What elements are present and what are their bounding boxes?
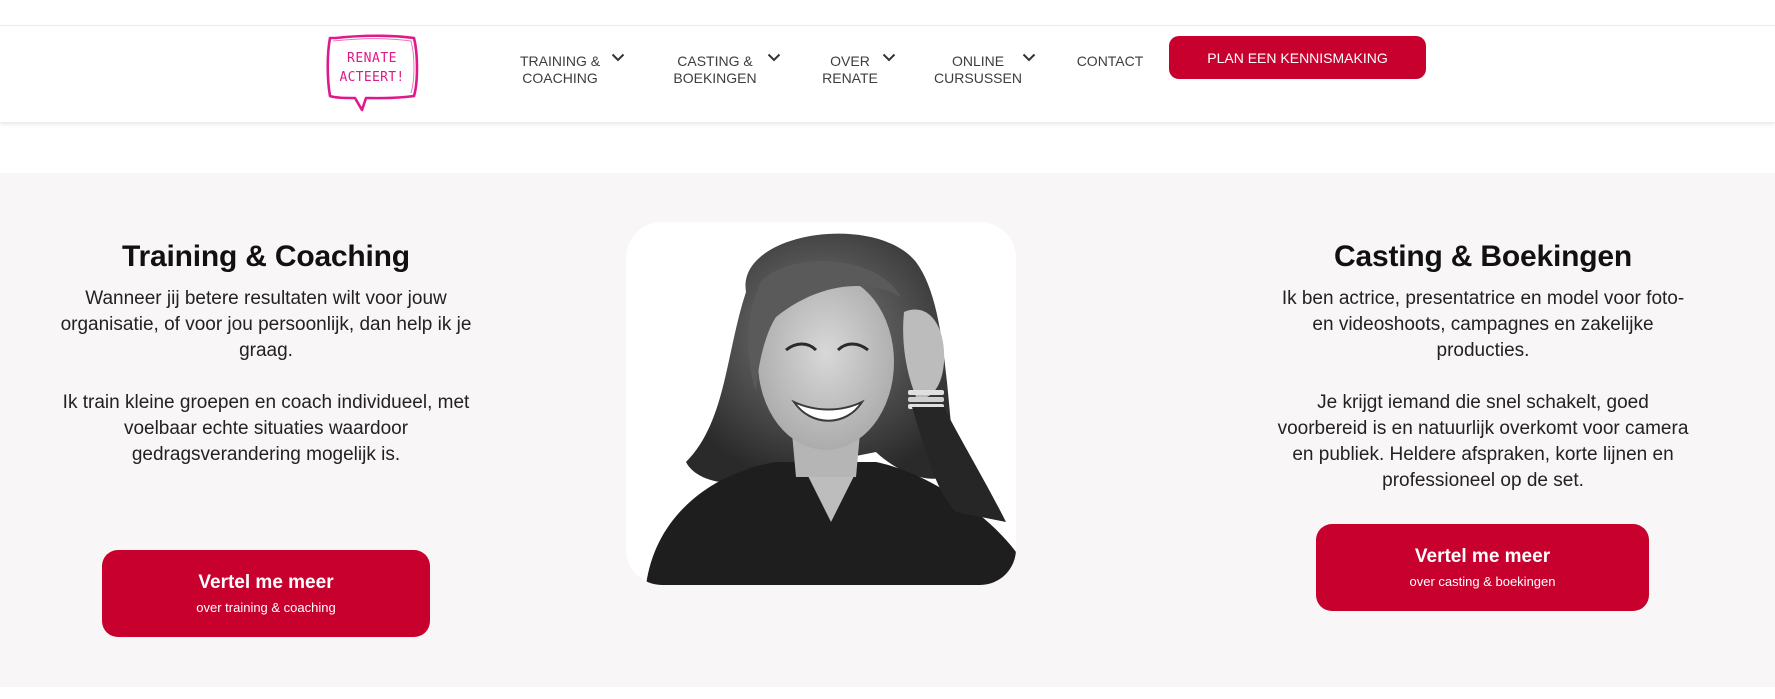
nav-label-line1: TRAINING & xyxy=(519,53,601,69)
training-paragraph-1: Wanneer jij betere resultaten wilt voor … xyxy=(60,288,472,361)
nav-label-line1: OVER xyxy=(830,53,870,69)
chevron-down-icon[interactable] xyxy=(882,53,896,62)
portrait-illustration xyxy=(626,222,1016,585)
nav-contact[interactable]: CONTACT xyxy=(1074,53,1146,70)
nav-label-line1: CONTACT xyxy=(1076,53,1144,69)
chevron-down-icon[interactable] xyxy=(767,53,781,62)
button-sub-label: over casting & boekingen xyxy=(1409,573,1556,589)
portrait-photo xyxy=(626,222,1016,585)
logo-text-line2: ACTEERT! xyxy=(339,70,404,85)
casting-boekingen-column: Casting & Boekingen Ik ben actrice, pres… xyxy=(1277,240,1689,494)
site-header: RENATE ACTEERT! TRAINING & COACHING CAST… xyxy=(0,26,1775,122)
casting-paragraph-2: Je krijgt iemand die snel schakelt, goed… xyxy=(1277,392,1689,491)
nav-label-line2: CURSUSSEN xyxy=(934,70,1022,86)
nav-over-renate[interactable]: OVER RENATE xyxy=(820,53,880,87)
nav-label-line2: RENATE xyxy=(822,70,878,86)
logo-text-line1: RENATE xyxy=(347,51,397,66)
casting-more-button[interactable]: Vertel me meer over casting & boekingen xyxy=(1316,524,1649,611)
nav-label-line2: COACHING xyxy=(522,70,598,86)
services-section: Training & Coaching Wanneer jij betere r… xyxy=(0,173,1775,687)
casting-title: Casting & Boekingen xyxy=(1334,240,1632,273)
button-sub-label: over training & coaching xyxy=(196,599,336,615)
nav-label-line1: CASTING & xyxy=(677,53,753,69)
nav-online-cursussen[interactable]: ONLINE CURSUSSEN xyxy=(934,53,1022,87)
plan-kennismaking-button[interactable]: PLAN EEN KENNISMAKING xyxy=(1169,36,1426,79)
casting-paragraph-1: Ik ben actrice, presentatrice en model v… xyxy=(1281,288,1685,361)
button-main-label: Vertel me meer xyxy=(198,571,334,593)
nav-label-line2: BOEKINGEN xyxy=(673,70,757,86)
nav-training-coaching[interactable]: TRAINING & COACHING xyxy=(519,53,601,87)
training-paragraph-2: Ik train kleine groepen en coach individ… xyxy=(62,392,470,465)
training-title: Training & Coaching xyxy=(122,240,410,273)
chevron-down-icon[interactable] xyxy=(611,53,625,62)
nav-casting-boekingen[interactable]: CASTING & BOEKINGEN xyxy=(671,53,759,87)
nav-label-line1: ONLINE xyxy=(951,53,1005,69)
chevron-down-icon[interactable] xyxy=(1022,53,1036,62)
renate-acteert-logo[interactable]: RENATE ACTEERT! xyxy=(322,34,422,116)
training-coaching-column: Training & Coaching Wanneer jij betere r… xyxy=(60,240,472,468)
button-main-label: Vertel me meer xyxy=(1414,545,1551,567)
training-more-button[interactable]: Vertel me meer over training & coaching xyxy=(102,550,430,637)
